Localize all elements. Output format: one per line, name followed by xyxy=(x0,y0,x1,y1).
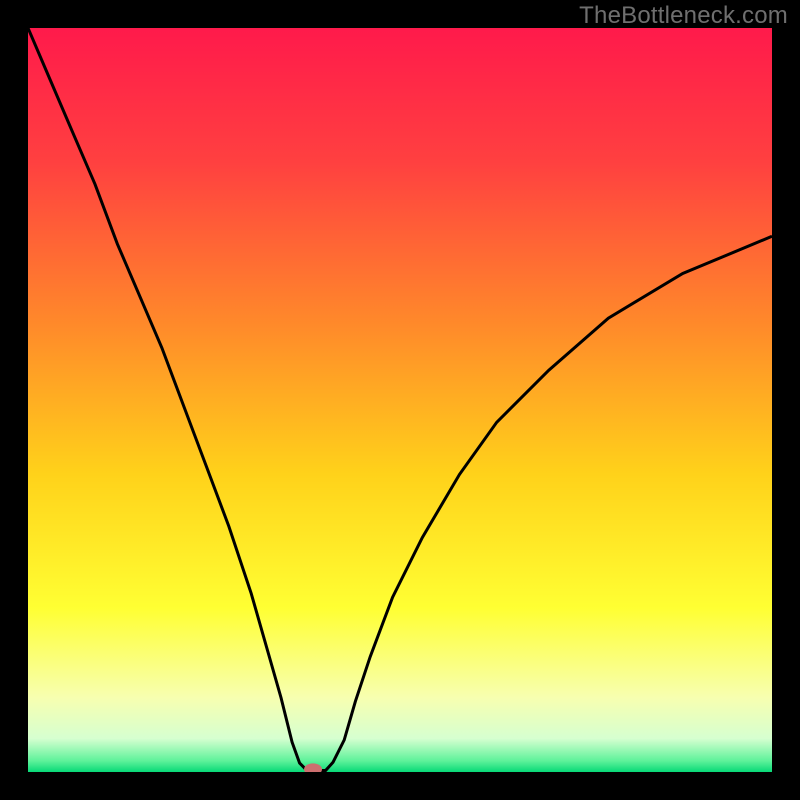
bottleneck-chart xyxy=(0,0,800,800)
watermark-text: TheBottleneck.com xyxy=(579,2,788,30)
plot-background xyxy=(28,28,772,772)
optimal-point-marker xyxy=(304,763,322,775)
chart-frame: TheBottleneck.com xyxy=(0,0,800,800)
